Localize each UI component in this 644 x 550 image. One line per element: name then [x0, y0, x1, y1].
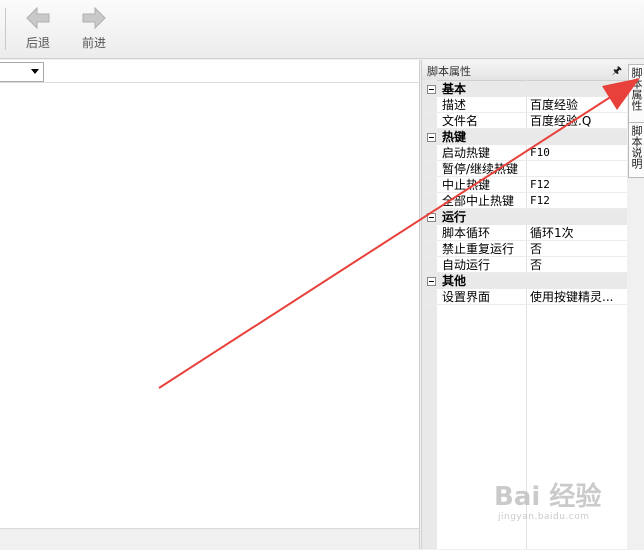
back-button[interactable]: 后退: [16, 4, 60, 54]
property-value[interactable]: 否: [530, 241, 626, 257]
property-name: 全部中止热键: [442, 194, 515, 208]
watermark-logo: Bai 经验: [494, 482, 602, 512]
toolbar-separator: [5, 8, 6, 50]
property-row[interactable]: 脚本循环 循环1次: [422, 225, 628, 241]
category-row[interactable]: 基本: [422, 81, 628, 97]
panel-header: 脚本属性 🖈: [422, 60, 628, 81]
property-row[interactable]: 中止热键 F12: [422, 177, 628, 193]
property-row[interactable]: 禁止重复运行 否: [422, 241, 628, 257]
editor-horizontal-scrollbar[interactable]: [0, 528, 419, 550]
category-name: 其他: [442, 274, 467, 288]
property-name: 文件名: [442, 114, 479, 128]
forward-arrow-icon: [82, 6, 106, 30]
property-row[interactable]: 全部中止热键 F12: [422, 193, 628, 209]
back-arrow-icon: [26, 6, 50, 30]
collapse-icon[interactable]: [427, 133, 436, 142]
category-name: 基本: [442, 82, 467, 96]
forward-label: 前进: [81, 36, 106, 50]
property-name: 启动热键: [442, 146, 491, 160]
script-editor-pane[interactable]: [0, 60, 420, 550]
panel-title: 脚本属性: [427, 65, 471, 78]
property-row[interactable]: 启动热键 F10: [422, 145, 628, 161]
collapse-icon[interactable]: [427, 213, 436, 222]
property-value[interactable]: F10: [530, 145, 626, 161]
property-value[interactable]: F12: [530, 177, 626, 193]
category-row[interactable]: 热键: [422, 129, 628, 145]
property-name: 暂停/继续热键: [442, 162, 519, 176]
category-row[interactable]: 其他: [422, 273, 628, 289]
property-name: 描述: [442, 98, 467, 112]
property-grid: 基本描述 百度经验文件名 百度经验.Q 热键启动热键 F10 暂停/继续热键 中止热键 F12…: [422, 81, 628, 305]
category-name: 运行: [442, 210, 467, 224]
tab-script-description[interactable]: 脚本说明: [628, 122, 644, 178]
property-value[interactable]: 使用按键精灵...: [530, 289, 626, 305]
script-selector-dropdown[interactable]: [0, 62, 44, 82]
property-name: 脚本循环: [442, 226, 491, 240]
collapse-icon[interactable]: [427, 277, 436, 286]
watermark-site: jingyan.baidu.com: [498, 512, 590, 522]
pin-icon[interactable]: 🖈: [612, 62, 622, 81]
forward-button[interactable]: 前进: [72, 4, 116, 54]
property-value[interactable]: 循环1次: [530, 225, 626, 241]
property-value[interactable]: 百度经验: [530, 97, 626, 113]
property-value[interactable]: F12: [530, 193, 626, 209]
property-row[interactable]: 描述 百度经验: [422, 97, 628, 113]
category-name: 热键: [442, 130, 467, 144]
property-row[interactable]: 暂停/继续热键: [422, 161, 628, 177]
chevron-down-icon[interactable]: [31, 69, 39, 74]
editor-divider: [0, 82, 419, 83]
property-name: 禁止重复运行: [442, 242, 515, 256]
back-label: 后退: [25, 36, 50, 50]
property-name: 中止热键: [442, 178, 491, 192]
property-value[interactable]: 百度经验.Q: [530, 113, 626, 129]
category-row[interactable]: 运行: [422, 209, 628, 225]
collapse-icon[interactable]: [427, 85, 436, 94]
property-row[interactable]: 设置界面 使用按键精灵...: [422, 289, 628, 305]
baidu-watermark: Bai 经验 jingyan.baidu.com: [494, 476, 614, 526]
property-row[interactable]: 文件名 百度经验.Q: [422, 113, 628, 129]
toolbar: 后退 前进: [0, 0, 644, 59]
property-value[interactable]: 否: [530, 257, 626, 273]
property-row[interactable]: 自动运行 否: [422, 257, 628, 273]
property-name: 设置界面: [442, 290, 491, 304]
property-name: 自动运行: [442, 258, 491, 272]
side-tab-strip: 脚本属性 脚本说明: [627, 60, 644, 549]
tab-script-properties[interactable]: 脚本属性: [628, 64, 644, 124]
